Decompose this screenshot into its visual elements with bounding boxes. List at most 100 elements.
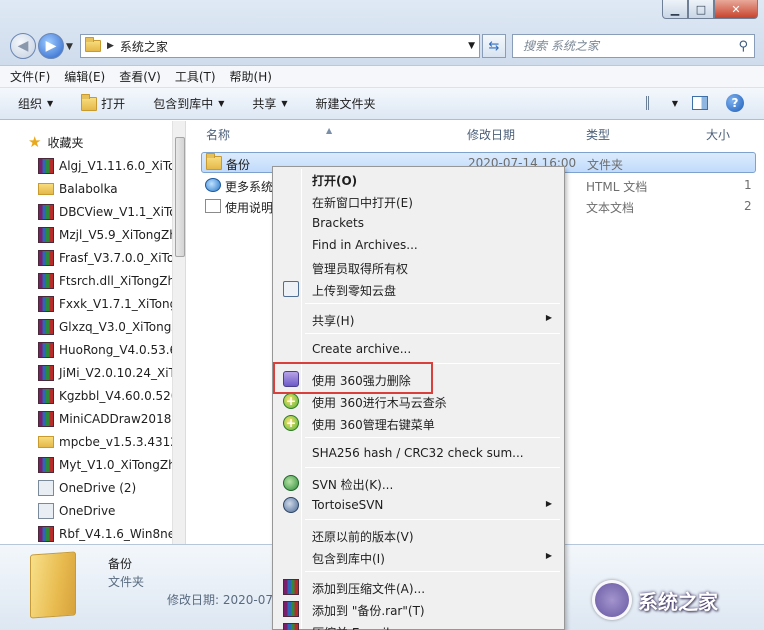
star-icon: ★ [28,133,42,151]
search-input[interactable] [523,39,723,53]
command-bar: 组织 ▼ 打开 包含到库中 ▼ 共享 ▼ 新建文件夹 ▼ ? [0,88,764,120]
nav-item-label: Glxzq_V3.0_XiTongZhiJia [59,319,172,334]
nav-item-label: Myt_V1.0_XiTongZhiJia [59,457,172,472]
chevron-down-icon[interactable]: ▼ [672,99,678,108]
context-menu-item[interactable]: 管理员取得所有权 [275,256,562,278]
context-menu-item[interactable]: 还原以前的版本(V) [275,524,562,546]
context-menu-item[interactable]: 打开(O) [275,168,562,190]
context-menu-item[interactable]: Create archive... [275,338,562,360]
file-name: 备份 [226,158,251,172]
context-menu-item[interactable]: Find in Archives... [275,234,562,256]
context-menu-item[interactable]: 在新窗口中打开(E) [275,190,562,212]
nav-item-label: DBCView_V1.1_XiTongZhiJia [59,204,172,219]
nav-item[interactable]: OneDrive (2) [38,476,172,499]
nav-item[interactable]: Glxzq_V3.0_XiTongZhiJia [38,315,172,338]
nav-item[interactable]: Balabolka [38,177,172,200]
navigation-scrollbar[interactable] [172,121,185,544]
view-options-icon[interactable] [645,96,664,110]
nav-item[interactable]: Kgzbbl_V4.60.0.520 [38,384,172,407]
close-button[interactable]: ✕ [714,0,758,19]
nav-item[interactable]: Mzjl_V5.9_XiTongZhiJia [38,223,172,246]
help-icon[interactable]: ? [726,94,744,112]
favorites-node[interactable]: ★ 收藏夹 [28,133,83,151]
360-manage-icon: + [283,415,299,431]
menu-separator [305,571,560,572]
context-menu-item[interactable]: 包含到库中(I) ▶ [275,546,562,568]
nav-item[interactable]: JiMi_V2.0.10.24_XiTongZhiJia [38,361,172,384]
organize-label: 组织 [18,97,43,111]
menu-separator [305,467,560,468]
nav-item[interactable]: Ftsrch.dll_XiTongZhiJia [38,269,172,292]
column-header-name[interactable]: 名称 [206,126,230,143]
open-button[interactable]: 打开 [81,93,125,112]
nav-item[interactable]: DBCView_V1.1_XiTongZhiJia [38,200,172,223]
menu-item-label: 使用 360进行木马云查杀 [312,396,447,410]
nav-item[interactable]: HuoRong_V4.0.53.6 [38,338,172,361]
context-menu-item[interactable]: 添加到压缩文件(A)... [275,576,562,598]
favorites-label: 收藏夹 [47,135,84,150]
column-header-type[interactable]: 类型 [586,126,610,143]
nav-item[interactable]: Myt_V1.0_XiTongZhiJia [38,453,172,476]
context-menu-item[interactable]: 添加到 "备份.rar"(T) [275,598,562,620]
nav-item-label: HuoRong_V4.0.53.6 [59,342,172,357]
search-icon[interactable]: ⚲ [738,39,748,54]
refresh-button[interactable]: ⇆ [482,34,506,58]
organize-button[interactable]: 组织 ▼ [18,95,53,112]
nav-item[interactable]: Fxxk_V1.7.1_XiTongZhiJia [38,292,172,315]
share-button[interactable]: 共享 ▼ [252,95,287,112]
menu-file[interactable]: 文件(F) [10,68,50,85]
nav-item[interactable]: MiniCADDraw2018 [38,407,172,430]
column-header-date[interactable]: 修改日期 [467,126,515,143]
winrar-icon [38,341,54,358]
new-folder-button[interactable]: 新建文件夹 [316,95,376,112]
watermark: 系统之家 [592,578,758,622]
refresh-icon: ⇆ [488,38,500,54]
nav-item[interactable]: Rbf_V4.1.6_Win8net [38,522,172,544]
nav-item[interactable]: Frasf_V3.7.0.0_XiTongZhiJia [38,246,172,269]
nav-item-label: OneDrive [59,503,116,518]
forward-button[interactable]: ▶ [38,33,64,59]
tortoisesvn-icon [283,497,299,513]
address-bar[interactable]: ▶ 系统之家 ▼ [80,34,480,58]
breadcrumb-separator-icon[interactable]: ▶ [107,41,114,51]
context-menu-item[interactable]: 共享(H) ▶ [275,308,562,330]
winrar-icon [38,318,54,335]
menu-item-label: 使用 360管理右键菜单 [312,418,435,432]
menu-help[interactable]: 帮助(H) [230,68,272,85]
minimize-button[interactable]: ▁ [662,0,688,19]
back-button[interactable]: ◀ [10,33,36,59]
context-menu-item[interactable]: SHA256 hash / CRC32 check sum... [275,442,562,464]
menu-separator [305,303,560,304]
nav-item[interactable]: OneDrive [38,499,172,522]
context-menu-item[interactable]: 压缩并 E-mail... [275,620,562,630]
menu-bar: 文件(F) 编辑(E) 查看(V) 工具(T) 帮助(H) [0,66,764,88]
context-menu-item[interactable]: 上传到零知云盘 [275,278,562,300]
menu-edit[interactable]: 编辑(E) [64,68,105,85]
chevron-down-icon[interactable]: ▼ [468,41,475,51]
search-box[interactable]: ⚲ [512,34,755,58]
nav-item[interactable]: Algj_V1.11.6.0_XiTongZhiJia [38,154,172,177]
chevron-down-icon: ▼ [281,99,288,108]
menu-item-label: TortoiseSVN [312,498,384,512]
file-name: 更多系统 [225,180,274,194]
context-menu-item[interactable]: + 使用 360管理右键菜单 [275,412,562,434]
highlight-box [273,362,433,394]
menu-view[interactable]: 查看(V) [119,68,161,85]
cloud-upload-icon [283,281,299,297]
breadcrumb-item[interactable]: 系统之家 [120,38,168,55]
winrar-icon [38,226,54,243]
winrar-icon [38,525,54,542]
recent-pages-dropdown[interactable]: ▼ [66,42,73,52]
context-menu-item[interactable]: TortoiseSVN ▶ [275,494,562,516]
preview-pane-icon[interactable] [692,96,708,110]
column-header-size[interactable]: 大小 [706,126,730,143]
context-menu-item[interactable]: SVN 检出(K)... [275,472,562,494]
include-library-button[interactable]: 包含到库中 ▼ [153,95,224,112]
folder-thumbnail-icon [30,551,76,619]
menu-item-label: 共享(H) [312,314,355,328]
context-menu-item[interactable]: Brackets [275,212,562,234]
menu-tools[interactable]: 工具(T) [175,68,216,85]
nav-item[interactable]: mpcbe_v1.5.3.4312 [38,430,172,453]
maximize-button[interactable]: □ [688,0,714,19]
scrollbar-thumb[interactable] [175,137,185,257]
